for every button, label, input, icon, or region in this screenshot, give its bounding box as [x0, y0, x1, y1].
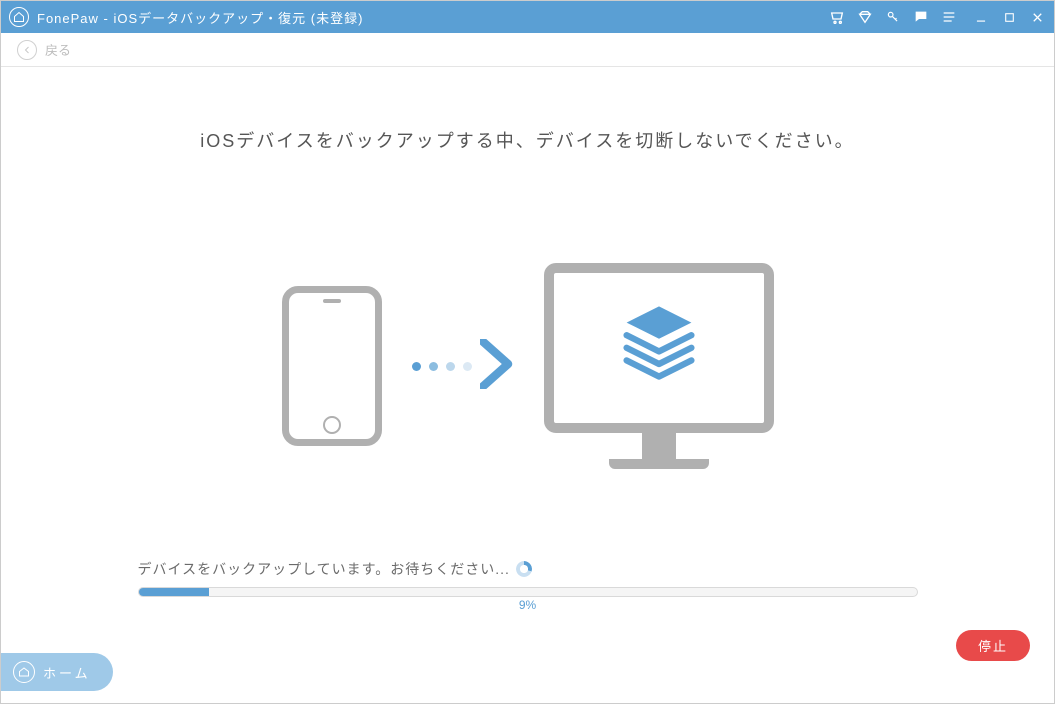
titlebar-actions [828, 8, 958, 26]
app-logo-icon [9, 7, 29, 27]
phone-icon [282, 286, 382, 446]
subheader: 戻る [1, 33, 1054, 67]
menu-icon[interactable] [940, 8, 958, 26]
monitor-icon [544, 263, 774, 469]
illustration [282, 263, 774, 469]
titlebar: FonePaw - iOSデータバックアップ・復元 (未登録) [1, 1, 1054, 33]
home-button[interactable]: ホーム [1, 653, 113, 691]
transfer-arrow [412, 339, 514, 394]
stop-button[interactable]: 停止 [956, 630, 1030, 661]
window-title: FonePaw - iOSデータバックアップ・復元 (未登録) [37, 8, 363, 27]
home-label: ホーム [43, 663, 91, 682]
progress-fill [139, 588, 209, 596]
dot-icon [463, 362, 472, 371]
chat-icon[interactable] [912, 8, 930, 26]
key-icon[interactable] [884, 8, 902, 26]
dot-icon [429, 362, 438, 371]
headline-text: iOSデバイスをバックアップする中、デバイスを切断しないでください。 [200, 127, 854, 153]
maximize-button[interactable] [1000, 8, 1018, 26]
progress-label: 9% [519, 598, 536, 612]
close-button[interactable] [1028, 8, 1046, 26]
dot-icon [446, 362, 455, 371]
back-button: 戻る [17, 40, 71, 60]
diamond-icon[interactable] [856, 8, 874, 26]
minimize-button[interactable] [972, 8, 990, 26]
window-controls [972, 8, 1046, 26]
spinner-icon [516, 561, 532, 577]
back-arrow-icon [17, 40, 37, 60]
status-text: デバイスをバックアップしています。お待ちください... [138, 559, 510, 579]
back-label: 戻る [45, 40, 71, 59]
status-row: デバイスをバックアップしています。お待ちください... [138, 559, 918, 579]
arrow-icon [480, 339, 514, 394]
main-content: iOSデバイスをバックアップする中、デバイスを切断しないでください。 [1, 67, 1054, 705]
cart-icon[interactable] [828, 8, 846, 26]
progress-bar: 9% [138, 587, 918, 597]
dot-icon [412, 362, 421, 371]
stack-icon [614, 301, 704, 396]
home-icon [13, 661, 35, 683]
